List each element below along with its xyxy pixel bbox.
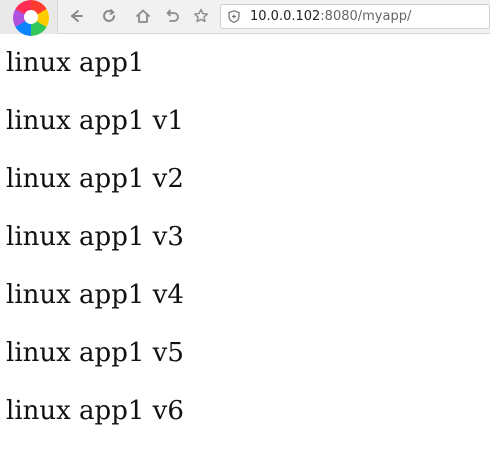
- history-button[interactable]: [162, 7, 182, 27]
- text-line: linux app1 v1: [6, 106, 184, 136]
- logo-center: [24, 10, 38, 24]
- back-button[interactable]: [66, 7, 86, 27]
- favorite-button[interactable]: [191, 7, 211, 27]
- url-path: :8080/myapp/: [320, 9, 412, 24]
- url-text[interactable]: 10.0.0.102:8080/myapp/: [250, 8, 411, 25]
- text-line: linux app1 v5: [6, 338, 184, 368]
- shield-icon: [228, 10, 240, 23]
- reload-icon: [101, 8, 117, 27]
- text-line: linux app1 v4: [6, 280, 184, 310]
- text-line: linux app1 v2: [6, 164, 184, 194]
- browser-logo-icon[interactable]: [0, 0, 58, 36]
- reload-button[interactable]: [99, 7, 119, 27]
- back-arrow-icon: [68, 8, 84, 27]
- address-bar[interactable]: 10.0.0.102:8080/myapp/: [220, 4, 490, 29]
- url-host: 10.0.0.102: [250, 9, 321, 24]
- home-button[interactable]: [133, 7, 153, 27]
- page-content: linux app1 linux app1 v1 linux app1 v2 l…: [6, 34, 490, 440]
- text-line: linux app1: [6, 48, 145, 78]
- home-icon: [135, 8, 151, 27]
- star-icon: [193, 8, 209, 27]
- browser-toolbar: 10.0.0.102:8080/myapp/: [0, 0, 490, 36]
- undo-history-icon: [164, 8, 180, 27]
- text-line: linux app1 v3: [6, 222, 184, 252]
- text-line: linux app1 v6: [6, 396, 184, 426]
